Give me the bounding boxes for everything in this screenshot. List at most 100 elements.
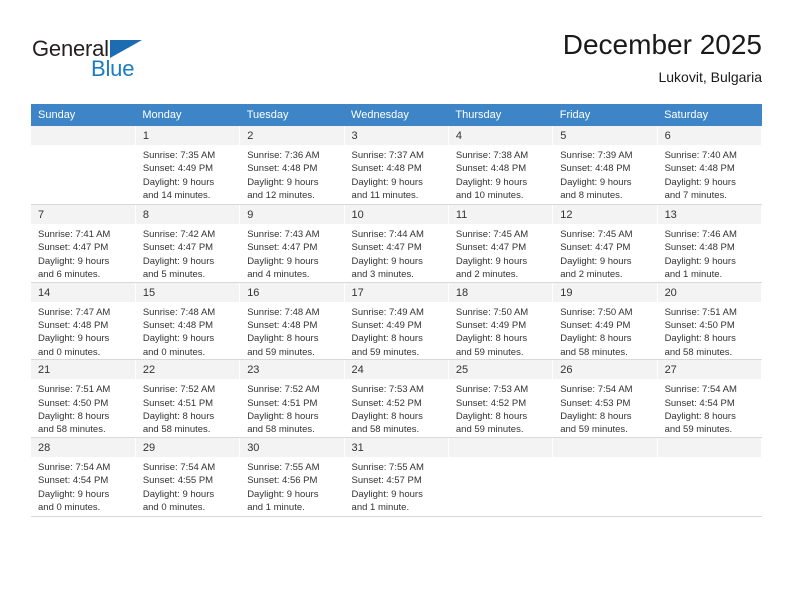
sunset-text bbox=[456, 474, 547, 487]
daylight-text-line2: and 14 minutes. bbox=[142, 190, 211, 202]
day-number: 12 bbox=[553, 205, 657, 224]
sunset-text: Sunset: 4:48 PM bbox=[142, 320, 214, 332]
day-number: 16 bbox=[240, 282, 344, 302]
sunrise-text: Sunrise: 7:37 AM bbox=[351, 150, 424, 161]
daylight-text-line2: and 58 minutes. bbox=[351, 424, 420, 436]
weekday-header-wednesday: Wednesday bbox=[344, 104, 449, 126]
daylight-text-line1: Daylight: 8 hours bbox=[247, 411, 319, 423]
daylight-text-line2: and 2 minutes. bbox=[455, 269, 519, 281]
sunset-text: Sunset: 4:52 PM bbox=[455, 397, 527, 409]
day-details: Sunrise: 7:49 AM Sunset: 4:49 PM Daylight:… bbox=[345, 302, 448, 360]
day-number: 17 bbox=[344, 282, 448, 302]
day-number: 23 bbox=[240, 360, 344, 380]
daylight-text-line1: Daylight: 8 hours bbox=[664, 411, 736, 423]
week-row: 28 Sunrise: 7:54 AM Sunset: 4:54 PM Dayligh… bbox=[31, 437, 763, 517]
day-details: Sunrise: 7:55 AM Sunset: 4:56 PM Daylight:… bbox=[240, 457, 343, 515]
sunrise-text: Sunrise: 7:35 AM bbox=[142, 150, 216, 161]
daylight-text-line2: and 5 minutes. bbox=[142, 269, 206, 281]
day-cell[interactable]: 25 Sunrise: 7:53 AM Sunset: 4:52 PM Dayligh… bbox=[448, 359, 554, 438]
day-cell[interactable]: 28 Sunrise: 7:54 AM Sunset: 4:54 PM Dayligh… bbox=[31, 437, 136, 517]
day-details: Sunrise: 7:52 AM Sunset: 4:51 PM Daylight:… bbox=[240, 379, 343, 437]
location-subtitle: Lukovit, Bulgaria bbox=[658, 69, 762, 85]
sunrise-text: Sunrise: 7:48 AM bbox=[247, 306, 320, 318]
sunrise-text: Sunrise: 7:52 AM bbox=[142, 384, 216, 396]
day-cell[interactable]: 19 Sunrise: 7:50 AM Sunset: 4:49 PM Dayligh… bbox=[552, 282, 658, 361]
day-details: Sunrise: 7:50 AM Sunset: 4:49 PM Daylight:… bbox=[553, 302, 656, 360]
day-cell[interactable]: 14 Sunrise: 7:47 AM Sunset: 4:48 PM Dayligh… bbox=[31, 282, 136, 361]
sunrise-text: Sunrise: 7:54 AM bbox=[664, 384, 737, 396]
day-cell[interactable]: 8 Sunrise: 7:42 AM Sunset: 4:47 PM Daylight… bbox=[135, 204, 241, 283]
daylight-text-line1: Daylight: 8 hours bbox=[351, 333, 423, 345]
day-details: Sunrise: 7:50 AM Sunset: 4:49 PM Daylight:… bbox=[449, 302, 552, 360]
day-details: Sunrise: 7:45 AM Sunset: 4:47 PM Daylight:… bbox=[449, 224, 552, 282]
day-cell-empty bbox=[448, 437, 554, 517]
daylight-text-line2: and 7 minutes. bbox=[664, 190, 727, 202]
general-blue-logo[interactable]: General Blue bbox=[32, 36, 202, 92]
weekday-header-row: Sunday Monday Tuesday Wednesday Thursday Frid… bbox=[31, 104, 762, 126]
sunset-text bbox=[38, 162, 130, 175]
day-number: 27 bbox=[657, 360, 761, 380]
day-cell[interactable]: 11 Sunrise: 7:45 AM Sunset: 4:47 PM Dayligh… bbox=[448, 204, 554, 283]
day-cell[interactable]: 5 Sunrise: 7:39 AM Sunset: 4:48 PM Daylight… bbox=[552, 126, 658, 205]
day-cell[interactable]: 4 Sunrise: 7:38 AM Sunset: 4:48 PM Daylight… bbox=[448, 126, 554, 205]
week-row: 1 Sunrise: 7:35 AM Sunset: 4:49 PM Daylight… bbox=[31, 126, 763, 205]
day-details bbox=[553, 457, 656, 516]
daylight-text-line1 bbox=[560, 488, 651, 501]
daylight-text-line1: Daylight: 9 hours bbox=[351, 255, 423, 267]
day-cell[interactable]: 3 Sunrise: 7:37 AM Sunset: 4:48 PM Daylight… bbox=[344, 126, 449, 205]
daylight-text-line1: Daylight: 9 hours bbox=[664, 176, 736, 188]
day-details: Sunrise: 7:48 AM Sunset: 4:48 PM Daylight:… bbox=[240, 302, 343, 360]
day-cell[interactable]: 9 Sunrise: 7:43 AM Sunset: 4:47 PM Daylight… bbox=[239, 204, 345, 283]
day-cell[interactable]: 29 Sunrise: 7:54 AM Sunset: 4:55 PM Dayligh… bbox=[135, 437, 241, 517]
day-cell[interactable]: 24 Sunrise: 7:53 AM Sunset: 4:52 PM Dayligh… bbox=[344, 359, 449, 438]
day-cell[interactable]: 13 Sunrise: 7:46 AM Sunset: 4:48 PM Dayligh… bbox=[657, 204, 763, 283]
day-cell[interactable]: 21 Sunrise: 7:51 AM Sunset: 4:50 PM Dayligh… bbox=[31, 359, 136, 438]
daylight-text-line2 bbox=[560, 501, 651, 514]
daylight-text-line2: and 59 minutes. bbox=[351, 346, 420, 358]
day-cell[interactable]: 16 Sunrise: 7:48 AM Sunset: 4:48 PM Dayligh… bbox=[239, 282, 345, 361]
day-number: 3 bbox=[344, 126, 448, 145]
day-details bbox=[658, 457, 761, 516]
day-cell[interactable]: 26 Sunrise: 7:54 AM Sunset: 4:53 PM Dayligh… bbox=[552, 359, 658, 438]
day-cell[interactable]: 1 Sunrise: 7:35 AM Sunset: 4:49 PM Daylight… bbox=[135, 126, 241, 205]
week-row: 14 Sunrise: 7:47 AM Sunset: 4:48 PM Dayligh… bbox=[31, 282, 763, 361]
day-cell[interactable]: 12 Sunrise: 7:45 AM Sunset: 4:47 PM Dayligh… bbox=[552, 204, 658, 283]
day-cell[interactable]: 6 Sunrise: 7:40 AM Sunset: 4:48 PM Daylight… bbox=[657, 126, 763, 205]
day-number: 30 bbox=[240, 437, 344, 457]
weekday-header-friday: Friday bbox=[552, 104, 658, 126]
day-cell[interactable]: 22 Sunrise: 7:52 AM Sunset: 4:51 PM Dayligh… bbox=[135, 359, 241, 438]
page-header: General Blue December 2025 Lukovit, Bulg… bbox=[32, 28, 762, 98]
daylight-text-line1: Daylight: 8 hours bbox=[38, 411, 110, 423]
day-cell[interactable]: 20 Sunrise: 7:51 AM Sunset: 4:50 PM Dayligh… bbox=[657, 282, 763, 361]
sunset-text: Sunset: 4:48 PM bbox=[247, 163, 318, 175]
day-number: 31 bbox=[344, 437, 448, 457]
sunrise-text: Sunrise: 7:54 AM bbox=[38, 461, 111, 473]
daylight-text-line2: and 58 minutes. bbox=[142, 424, 211, 436]
day-cell[interactable]: 30 Sunrise: 7:55 AM Sunset: 4:56 PM Dayligh… bbox=[239, 437, 345, 517]
day-cell[interactable]: 15 Sunrise: 7:48 AM Sunset: 4:48 PM Dayligh… bbox=[135, 282, 241, 361]
sunset-text: Sunset: 4:51 PM bbox=[142, 397, 214, 409]
day-number: 9 bbox=[240, 205, 344, 224]
day-cell[interactable]: 31 Sunrise: 7:55 AM Sunset: 4:57 PM Dayligh… bbox=[344, 437, 449, 517]
day-cell[interactable]: 27 Sunrise: 7:54 AM Sunset: 4:54 PM Dayligh… bbox=[657, 359, 763, 438]
daylight-text-line2 bbox=[38, 189, 130, 202]
sunset-text: Sunset: 4:48 PM bbox=[560, 163, 631, 175]
sunrise-text: Sunrise: 7:54 AM bbox=[560, 384, 633, 396]
sunset-text: Sunset: 4:48 PM bbox=[38, 320, 109, 332]
sunrise-text bbox=[560, 461, 651, 474]
sunrise-text: Sunrise: 7:40 AM bbox=[664, 150, 737, 161]
day-cell-empty bbox=[31, 126, 136, 205]
page-title: December 2025 bbox=[562, 29, 762, 60]
day-cell[interactable]: 7 Sunrise: 7:41 AM Sunset: 4:47 PM Daylight… bbox=[31, 204, 136, 283]
daylight-text-line1: Daylight: 9 hours bbox=[38, 333, 110, 345]
daylight-text-line2: and 0 minutes. bbox=[142, 502, 206, 514]
day-cell[interactable]: 23 Sunrise: 7:52 AM Sunset: 4:51 PM Dayligh… bbox=[239, 359, 345, 438]
day-number: 11 bbox=[448, 205, 553, 224]
daylight-text-line2: and 10 minutes. bbox=[455, 190, 524, 202]
day-cell[interactable]: 10 Sunrise: 7:44 AM Sunset: 4:47 PM Dayligh… bbox=[344, 204, 449, 283]
day-cell[interactable]: 18 Sunrise: 7:50 AM Sunset: 4:49 PM Dayligh… bbox=[448, 282, 554, 361]
day-number: 10 bbox=[344, 205, 448, 224]
day-cell[interactable]: 2 Sunrise: 7:36 AM Sunset: 4:48 PM Daylight… bbox=[239, 126, 345, 205]
daylight-text-line1: Daylight: 8 hours bbox=[455, 411, 528, 423]
day-cell[interactable]: 17 Sunrise: 7:49 AM Sunset: 4:49 PM Dayligh… bbox=[344, 282, 449, 361]
